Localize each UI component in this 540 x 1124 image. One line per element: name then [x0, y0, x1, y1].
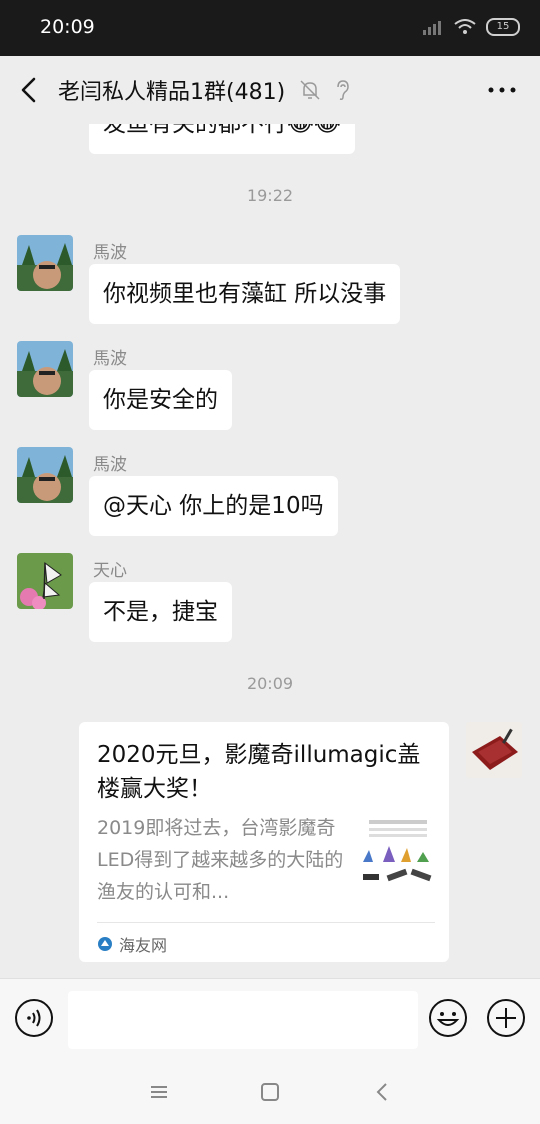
system-nav-bar: [0, 1060, 540, 1124]
back-arrow-icon[interactable]: [14, 74, 46, 106]
status-time: 20:09: [40, 16, 95, 38]
link-card-description: 2019即将过去，台湾影魔奇LED得到了越来越多的大陆的渔友的认可和...: [97, 817, 344, 903]
status-icons: 15: [422, 18, 520, 36]
signal-icon: [423, 21, 441, 35]
chat-header: 老闫私人精品1群(481): [0, 56, 540, 124]
menu-icon[interactable]: [146, 1080, 172, 1104]
avatar-tianxin[interactable]: [17, 553, 73, 609]
avatar-self[interactable]: [466, 722, 522, 778]
back-icon[interactable]: [370, 1080, 396, 1104]
input-bar: [0, 978, 540, 1061]
wifi-icon: [454, 19, 476, 34]
message-input[interactable]: [68, 991, 418, 1049]
chat-title: 老闫私人精品1群(481): [58, 80, 286, 105]
ear-icon: [337, 80, 349, 100]
status-bar: 20:09 15: [0, 0, 540, 56]
message-text: 你视频里也有藻缸 所以没事: [103, 281, 387, 307]
sender-name: 馬波: [93, 349, 127, 369]
time-separator: 19:22: [246, 186, 294, 205]
link-card-divider: [97, 922, 435, 923]
voice-icon[interactable]: [14, 998, 54, 1038]
sender-name: 馬波: [93, 455, 127, 475]
bell-muted-icon: [300, 80, 320, 100]
message-bubble-partial[interactable]: 发鱼有关的都不行😂😂: [89, 124, 355, 154]
message-text: 不是，捷宝: [103, 599, 218, 625]
more-dots-icon[interactable]: [486, 78, 518, 102]
message-text: 发鱼有关的都不行😂😂: [103, 124, 341, 137]
battery-indicator: 15: [486, 18, 520, 36]
message-text: 你是安全的: [103, 387, 218, 413]
link-card-source: 海友网: [97, 932, 167, 956]
source-logo-icon: [98, 937, 112, 951]
link-card-source-name: 海友网: [119, 936, 168, 955]
time-separator: 20:09: [246, 674, 294, 693]
home-icon[interactable]: [257, 1080, 283, 1104]
link-card-title: 2020元旦，影魔奇illumagic盖楼赢大奖！: [97, 742, 421, 802]
sender-name: 馬波: [93, 243, 127, 263]
plus-icon[interactable]: [486, 998, 526, 1038]
link-card-message[interactable]: 2020元旦，影魔奇illumagic盖楼赢大奖！ 2019即将过去，台湾影魔奇…: [79, 722, 449, 962]
message-bubble[interactable]: 不是，捷宝: [89, 582, 232, 642]
avatar-mabo[interactable]: [17, 341, 73, 397]
message-bubble[interactable]: @天心 你上的是10吗: [89, 476, 338, 536]
chat-area[interactable]: 发鱼有关的都不行😂😂 19:22 馬波 你视频里也有藻缸 所以没事 馬波 你是安…: [0, 124, 540, 978]
message-text: @天心 你上的是10吗: [103, 493, 324, 519]
avatar-mabo[interactable]: [17, 447, 73, 503]
message-bubble[interactable]: 你是安全的: [89, 370, 232, 430]
avatar-mabo[interactable]: [17, 235, 73, 291]
sender-name: 天心: [93, 561, 127, 581]
message-bubble[interactable]: 你视频里也有藻缸 所以没事: [89, 264, 401, 324]
link-card-thumbnail: [361, 816, 435, 890]
emoji-icon[interactable]: [428, 998, 468, 1038]
